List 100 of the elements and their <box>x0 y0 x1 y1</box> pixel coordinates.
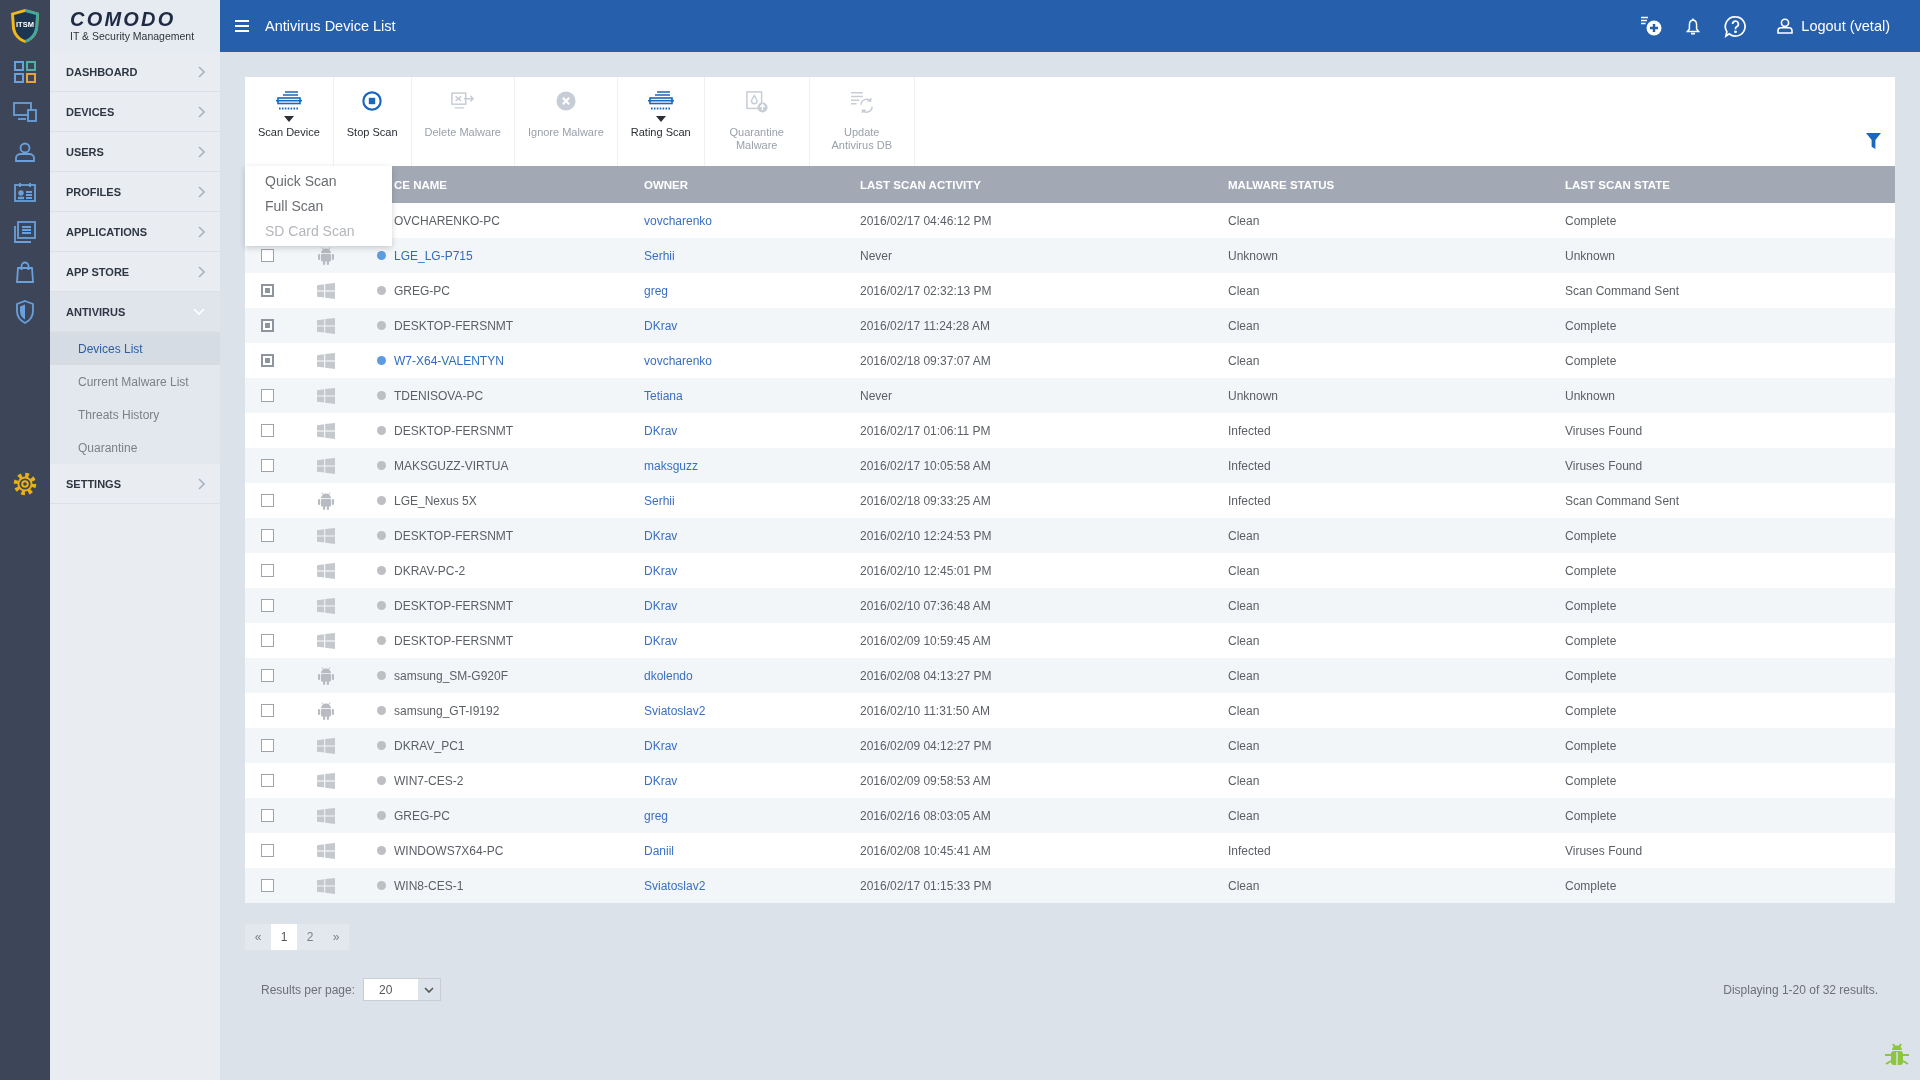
menu-item[interactable]: Quick Scan <box>245 168 392 193</box>
page-button[interactable]: » <box>323 924 349 950</box>
bell-icon[interactable] <box>1686 17 1701 35</box>
owner-link[interactable]: DKrav <box>644 598 678 613</box>
owner-link[interactable]: vovcharenko <box>644 353 713 368</box>
malware-status: Infected <box>1228 843 1271 858</box>
checkbox[interactable] <box>260 249 274 262</box>
last-scan-time: 2016/02/08 10:45:41 AM <box>860 843 991 858</box>
last-scan-time: 2016/02/10 12:24:53 PM <box>860 528 992 543</box>
owner-link[interactable]: Sviatoslav2 <box>644 878 706 893</box>
menu-icon[interactable] <box>235 20 249 32</box>
checkbox[interactable] <box>260 599 274 612</box>
devices-icon[interactable] <box>13 102 37 122</box>
scan-state: Unknown <box>1565 248 1616 263</box>
bug-icon[interactable] <box>1884 1042 1910 1068</box>
settings-icon[interactable] <box>13 472 37 496</box>
checkbox[interactable] <box>260 494 274 507</box>
documents-icon[interactable] <box>14 221 36 243</box>
last-scan-time: 2016/02/17 11:24:28 AM <box>860 318 990 333</box>
user-icon[interactable] <box>15 142 35 162</box>
filter-icon[interactable] <box>1866 133 1881 149</box>
checkbox[interactable] <box>260 809 274 822</box>
device-name: samsung_GT-I9192 <box>394 703 500 718</box>
list-add-icon[interactable] <box>1641 16 1663 36</box>
chevron-right-icon <box>198 185 205 198</box>
device-name: TDENISOVA-PC <box>394 388 484 403</box>
scan-state: Complete <box>1565 353 1617 368</box>
owner-link[interactable]: vovcharenko <box>644 213 713 228</box>
owner-link[interactable]: DKrav <box>644 738 678 753</box>
windows-icon <box>317 352 335 369</box>
owner-link[interactable]: greg <box>644 808 669 823</box>
dashboard-icon[interactable] <box>14 61 36 83</box>
last-scan-time: 2016/02/09 10:59:45 AM <box>860 633 991 648</box>
checkbox[interactable] <box>260 459 274 472</box>
checkbox[interactable] <box>260 704 274 717</box>
owner-link[interactable]: Serhii <box>644 493 675 508</box>
checkbox[interactable] <box>260 844 274 857</box>
windows-icon <box>317 282 335 299</box>
last-scan-time: 2016/02/17 01:15:33 PM <box>860 878 992 893</box>
device-name: GREG-PC <box>394 808 450 823</box>
scan-state: Viruses Found <box>1565 458 1643 473</box>
results-per-page-label: Results per page: <box>261 982 356 997</box>
checkbox[interactable] <box>260 879 274 892</box>
checkbox[interactable] <box>260 564 274 577</box>
malware-status: Infected <box>1228 423 1271 438</box>
owner-link[interactable]: maksguzz <box>644 458 699 473</box>
owner-link[interactable]: Tetiana <box>644 388 683 403</box>
malware-status: Clean <box>1228 528 1260 543</box>
checkbox[interactable] <box>260 669 274 682</box>
menu-item[interactable]: Full Scan <box>245 193 392 218</box>
last-scan-time: 2016/02/17 01:06:11 PM <box>860 423 991 438</box>
windows-icon <box>317 457 335 474</box>
scan-state: Viruses Found <box>1565 423 1643 438</box>
checkbox[interactable] <box>260 389 274 402</box>
malware-status: Clean <box>1228 808 1260 823</box>
page-button[interactable]: 1 <box>271 924 297 950</box>
checkbox[interactable] <box>260 284 274 297</box>
nav-subitem[interactable]: Devices List <box>50 332 220 365</box>
owner-link[interactable]: DKrav <box>644 773 678 788</box>
logout-button[interactable]: Logout (vetal) <box>1777 18 1890 34</box>
malware-status: Unknown <box>1228 388 1279 403</box>
malware-status: Clean <box>1228 563 1260 578</box>
malware-status: Clean <box>1228 283 1260 298</box>
owner-link[interactable]: DKrav <box>644 318 678 333</box>
windows-icon <box>317 597 335 614</box>
owner-link[interactable]: DKrav <box>644 563 678 578</box>
checkbox[interactable] <box>260 354 274 367</box>
user-icon <box>1777 18 1794 34</box>
list-refresh-icon <box>849 91 874 113</box>
owner-link[interactable]: dkolendo <box>644 668 693 683</box>
device-name: DKRAV_PC1 <box>394 738 465 753</box>
shield-icon[interactable] <box>15 300 35 324</box>
nav-item[interactable]: ANTIVIRUS <box>50 292 220 332</box>
owner-link[interactable]: DKrav <box>644 528 678 543</box>
nav-subitem[interactable]: Threats History <box>50 398 220 431</box>
shopping-bag-icon[interactable] <box>16 261 34 283</box>
malware-status: Clean <box>1228 318 1260 333</box>
owner-link[interactable]: Daniil <box>644 843 674 858</box>
checkbox[interactable] <box>260 529 274 542</box>
owner-link[interactable]: Sviatoslav2 <box>644 703 706 718</box>
nav-subitem[interactable]: Quarantine <box>50 431 220 464</box>
stop-icon <box>362 91 383 111</box>
help-icon[interactable] <box>1724 14 1748 38</box>
page-size-select[interactable]: 20 <box>363 978 442 1001</box>
checkbox[interactable] <box>260 319 274 332</box>
page-button[interactable]: « <box>245 924 271 950</box>
id-card-icon[interactable] <box>14 182 36 202</box>
checkbox[interactable] <box>260 774 274 787</box>
owner-link[interactable]: Serhii <box>644 248 675 263</box>
scan-state: Complete <box>1565 528 1617 543</box>
checkbox[interactable] <box>260 424 274 437</box>
owner-link[interactable]: greg <box>644 283 669 298</box>
owner-link[interactable]: DKrav <box>644 423 678 438</box>
checkbox[interactable] <box>260 739 274 752</box>
checkbox[interactable] <box>260 634 274 647</box>
nav-subitem[interactable]: Current Malware List <box>50 365 220 398</box>
owner-link[interactable]: DKrav <box>644 633 678 648</box>
page-button[interactable]: 2 <box>297 924 323 950</box>
scan-state: Scan Command Sent <box>1565 493 1680 508</box>
last-scan-time: Never <box>860 248 892 263</box>
